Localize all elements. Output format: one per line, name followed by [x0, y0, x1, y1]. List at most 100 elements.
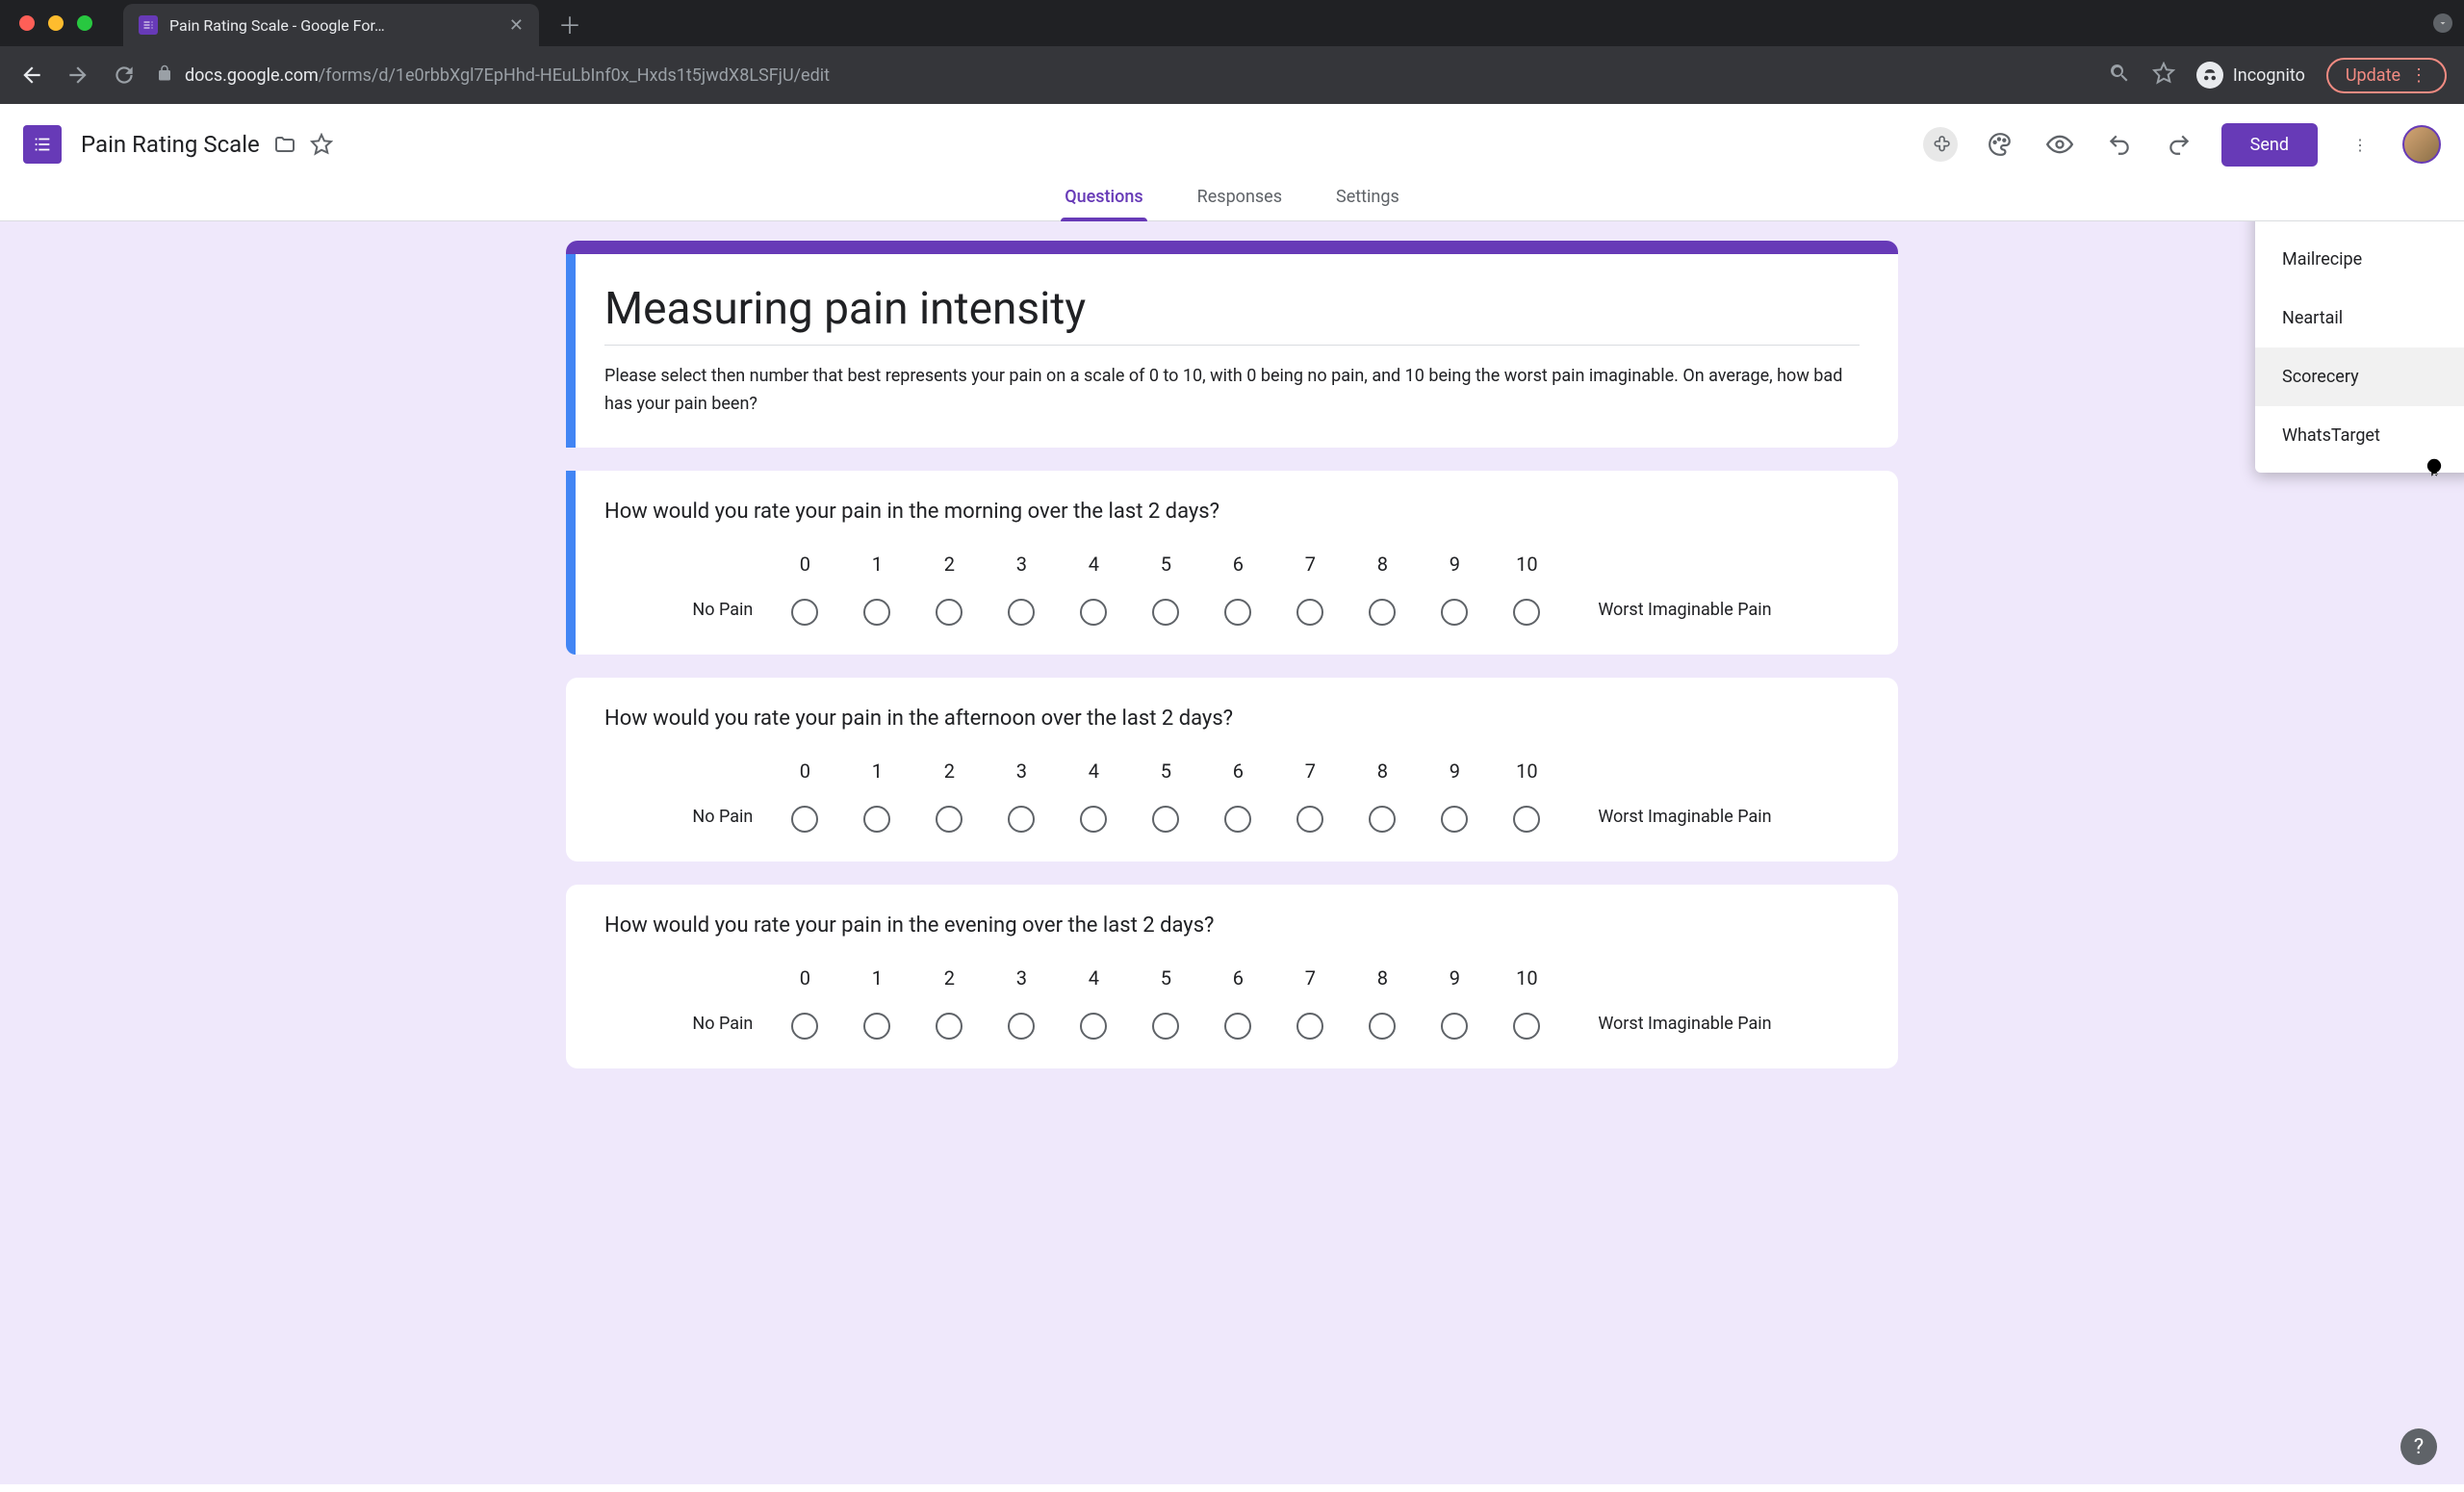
linear-scale: No Pain 0 1 2 3 4 5 6 7 8 9 10: [604, 553, 1860, 626]
question-text[interactable]: How would you rate your pain in the even…: [604, 913, 1860, 938]
tab-responses[interactable]: Responses: [1194, 173, 1286, 220]
addons-item-whatstarget[interactable]: WhatsTarget: [2255, 406, 2464, 465]
preview-icon[interactable]: [2042, 127, 2077, 162]
scale-radio[interactable]: [1296, 1013, 1323, 1040]
question-card-1[interactable]: How would you rate your pain in the morn…: [566, 471, 1898, 655]
scale-radio[interactable]: [1080, 1013, 1107, 1040]
redo-icon[interactable]: [2162, 127, 2196, 162]
browser-tab[interactable]: Pain Rating Scale - Google For… ✕: [123, 4, 539, 46]
addons-item-neartail[interactable]: Neartail: [2255, 289, 2464, 347]
scale-radio[interactable]: [936, 1013, 962, 1040]
scale-radio[interactable]: [1441, 806, 1468, 833]
url-field[interactable]: docs.google.com/forms/d/1e0rbbXgl7EpHhd-…: [156, 64, 2091, 87]
scale-radio[interactable]: [791, 806, 818, 833]
question-card-2[interactable]: How would you rate your pain in the afte…: [566, 678, 1898, 862]
tab-settings[interactable]: Settings: [1332, 173, 1403, 220]
scale-radio[interactable]: [1513, 806, 1540, 833]
lock-icon: [156, 64, 173, 87]
tab-strip: Pain Rating Scale - Google For… ✕ ＋: [0, 0, 2464, 46]
editor-tabs: Questions Responses Settings: [0, 173, 2464, 221]
question-text[interactable]: How would you rate your pain in the afte…: [604, 707, 1860, 731]
update-button[interactable]: Update ⋮: [2326, 58, 2447, 93]
form-body: 1 Formfacade Mailrecipe Neartail Scorece…: [566, 241, 1898, 1068]
tab-title: Pain Rating Scale - Google For…: [169, 16, 498, 35]
google-forms-app: Pain Rating Scale Send ⋮ Questions Respo…: [0, 104, 2464, 1492]
incognito-label: Incognito: [2233, 65, 2305, 86]
app-header: Pain Rating Scale Send ⋮: [0, 104, 2464, 173]
help-button[interactable]: ?: [2400, 1428, 2437, 1465]
form-description[interactable]: Please select then number that best repr…: [604, 363, 1860, 419]
new-tab-button[interactable]: ＋: [558, 7, 581, 40]
addons-item-mailrecipe[interactable]: Mailrecipe: [2255, 230, 2464, 289]
window-controls: [19, 15, 92, 31]
scale-radio[interactable]: [863, 599, 890, 626]
more-icon: ⋮: [2410, 65, 2427, 86]
undo-icon[interactable]: [2102, 127, 2137, 162]
update-label: Update: [2346, 65, 2400, 86]
window-close[interactable]: [19, 15, 35, 31]
scale-radio[interactable]: [1080, 806, 1107, 833]
scale-radio[interactable]: [1008, 1013, 1035, 1040]
address-bar: docs.google.com/forms/d/1e0rbbXgl7EpHhd-…: [0, 46, 2464, 104]
forms-logo-icon[interactable]: [23, 125, 62, 164]
scale-right-label: Worst Imaginable Pain: [1598, 807, 1771, 827]
star-icon[interactable]: [310, 133, 333, 156]
scale-radio[interactable]: [1441, 599, 1468, 626]
browser-chrome: Pain Rating Scale - Google For… ✕ ＋ docs…: [0, 0, 2464, 104]
tabs-overflow-icon[interactable]: [2433, 13, 2452, 33]
scale-radio[interactable]: [1369, 806, 1396, 833]
scale-radio[interactable]: [863, 806, 890, 833]
addons-item-formfacade[interactable]: Formfacade: [2255, 221, 2464, 230]
question-text[interactable]: How would you rate your pain in the morn…: [604, 500, 1860, 524]
theme-icon[interactable]: [1983, 127, 2017, 162]
scale-radio[interactable]: [863, 1013, 890, 1040]
reload-button[interactable]: [110, 63, 139, 88]
tab-close-icon[interactable]: ✕: [509, 15, 524, 36]
scale-radio[interactable]: [1369, 1013, 1396, 1040]
send-button[interactable]: Send: [2221, 123, 2318, 167]
scale-radio[interactable]: [1080, 599, 1107, 626]
scale-radio[interactable]: [936, 806, 962, 833]
scale-radio[interactable]: [1152, 806, 1179, 833]
scale-radio[interactable]: [1296, 806, 1323, 833]
scale-radio[interactable]: [791, 1013, 818, 1040]
back-button[interactable]: [17, 63, 46, 88]
scale-radio[interactable]: [1224, 806, 1251, 833]
scale-radio[interactable]: [1296, 599, 1323, 626]
scale-radio[interactable]: [1008, 806, 1035, 833]
account-avatar[interactable]: [2402, 125, 2441, 164]
window-minimize[interactable]: [48, 15, 64, 31]
cursor-icon: [2426, 457, 2449, 484]
scale-radio[interactable]: [1008, 599, 1035, 626]
scale-options: 0 1 2 3 4 5 6 7 8 9 10: [791, 553, 1540, 626]
scale-options: 0 1 2 3 4 5 6 7 8 9 10: [791, 966, 1540, 1040]
form-title[interactable]: Measuring pain intensity: [604, 283, 1860, 346]
bookmark-icon[interactable]: [2152, 62, 2175, 89]
document-title[interactable]: Pain Rating Scale: [81, 131, 260, 158]
scale-radio[interactable]: [936, 599, 962, 626]
scale-radio[interactable]: [1224, 1013, 1251, 1040]
linear-scale: No Pain 0 1 2 3 4 5 6 7 8 9 10: [604, 759, 1860, 833]
scale-radio[interactable]: [791, 599, 818, 626]
addons-item-scorecery[interactable]: Scorecery: [2255, 347, 2464, 406]
question-card-3[interactable]: How would you rate your pain in the even…: [566, 885, 1898, 1068]
more-options-icon[interactable]: ⋮: [2343, 127, 2377, 162]
scale-radio[interactable]: [1369, 599, 1396, 626]
forward-button[interactable]: [64, 63, 92, 88]
scale-radio[interactable]: [1441, 1013, 1468, 1040]
scale-radio[interactable]: [1513, 599, 1540, 626]
form-header-card[interactable]: Measuring pain intensity Please select t…: [566, 241, 1898, 448]
scale-radio[interactable]: [1152, 1013, 1179, 1040]
search-icon[interactable]: [2108, 62, 2131, 89]
move-to-folder-icon[interactable]: [273, 133, 296, 156]
addons-icon[interactable]: [1923, 127, 1958, 162]
forms-favicon-icon: [139, 15, 158, 35]
scale-options: 0 1 2 3 4 5 6 7 8 9 10: [791, 759, 1540, 833]
scale-radio[interactable]: [1224, 599, 1251, 626]
scale-radio[interactable]: [1152, 599, 1179, 626]
scale-left-label: No Pain: [692, 600, 753, 620]
window-maximize[interactable]: [77, 15, 92, 31]
scale-right-label: Worst Imaginable Pain: [1598, 1014, 1771, 1034]
tab-questions[interactable]: Questions: [1061, 173, 1146, 220]
scale-radio[interactable]: [1513, 1013, 1540, 1040]
